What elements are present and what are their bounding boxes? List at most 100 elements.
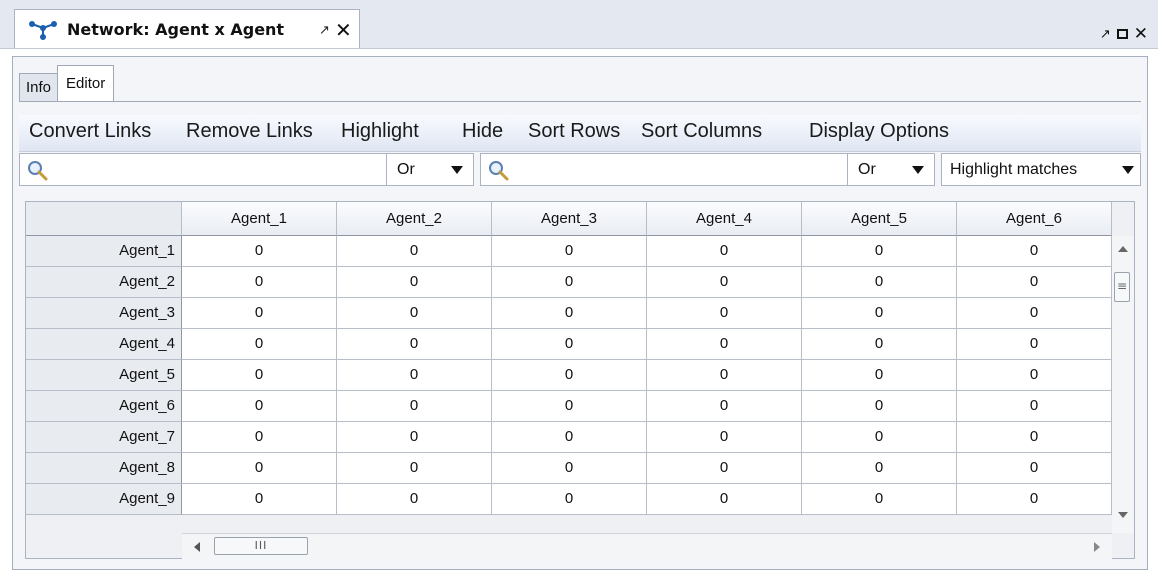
column-mode-select[interactable]: Or <box>847 153 935 186</box>
matrix-cell[interactable]: 0 <box>492 484 647 515</box>
undock-window-icon[interactable]: ↗ <box>1100 27 1111 42</box>
matrix-cell[interactable]: 0 <box>802 422 957 453</box>
matrix-cell[interactable]: 0 <box>647 329 802 360</box>
row-header[interactable]: Agent_5 <box>26 360 182 391</box>
matrix-cell[interactable]: 0 <box>337 360 492 391</box>
scroll-right-icon[interactable] <box>1094 542 1100 552</box>
menu-display-options[interactable]: Display Options <box>809 120 949 143</box>
matrix-cell[interactable]: 0 <box>647 422 802 453</box>
row-mode-select[interactable]: Or <box>386 153 474 186</box>
row-header[interactable]: Agent_8 <box>26 453 182 484</box>
matrix-cell[interactable]: 0 <box>337 298 492 329</box>
row-header[interactable]: Agent_7 <box>26 422 182 453</box>
matrix-cell[interactable]: 0 <box>182 422 337 453</box>
matrix-cell[interactable]: 0 <box>647 360 802 391</box>
undock-icon[interactable]: ↗ <box>319 23 330 38</box>
matrix-cell[interactable]: 0 <box>957 453 1112 484</box>
matrix-cell[interactable]: 0 <box>337 329 492 360</box>
horizontal-scrollbar[interactable]: III <box>182 533 1112 559</box>
matrix-cell[interactable]: 0 <box>182 298 337 329</box>
matrix-cell[interactable]: 0 <box>492 391 647 422</box>
matrix-cell[interactable]: 0 <box>957 484 1112 515</box>
matrix-cell[interactable]: 0 <box>802 360 957 391</box>
matrix-cell[interactable]: 0 <box>957 236 1112 267</box>
scroll-down-icon[interactable] <box>1118 512 1128 518</box>
matrix-cell[interactable]: 0 <box>802 391 957 422</box>
matrix-cell[interactable]: 0 <box>182 391 337 422</box>
matrix-cell[interactable]: 0 <box>492 360 647 391</box>
row-header[interactable]: Agent_2 <box>26 267 182 298</box>
matrix-cell[interactable]: 0 <box>337 391 492 422</box>
matrix-cell[interactable]: 0 <box>492 453 647 484</box>
menu-remove-links[interactable]: Remove Links <box>186 120 313 143</box>
matrix-cell[interactable]: 0 <box>957 267 1112 298</box>
matrix-cell[interactable]: 0 <box>182 236 337 267</box>
matrix-cell[interactable]: 0 <box>802 329 957 360</box>
scroll-up-icon[interactable] <box>1118 246 1128 252</box>
tab-info[interactable]: Info <box>19 73 59 101</box>
matrix-cell[interactable]: 0 <box>647 236 802 267</box>
vertical-scrollbar[interactable]: ≡ <box>1112 236 1134 533</box>
close-window-icon[interactable]: ✕ <box>1134 26 1148 43</box>
matrix-cell[interactable]: 0 <box>957 422 1112 453</box>
matrix-cell[interactable]: 0 <box>802 267 957 298</box>
matrix-cell[interactable]: 0 <box>337 453 492 484</box>
column-header[interactable]: Agent_2 <box>337 202 492 236</box>
matrix-cell[interactable]: 0 <box>957 298 1112 329</box>
matrix-cell[interactable]: 0 <box>492 298 647 329</box>
matrix-cell[interactable]: 0 <box>802 453 957 484</box>
matrix-cell[interactable]: 0 <box>182 484 337 515</box>
matrix-cell[interactable]: 0 <box>957 391 1112 422</box>
matrix-cell[interactable]: 0 <box>647 267 802 298</box>
tab-editor[interactable]: Editor <box>57 65 115 101</box>
matrix-cell[interactable]: 0 <box>802 236 957 267</box>
menu-sort-columns[interactable]: Sort Columns <box>641 120 762 143</box>
matrix-cell[interactable]: 0 <box>957 360 1112 391</box>
matrix-cell[interactable]: 0 <box>647 484 802 515</box>
menu-highlight[interactable]: Highlight <box>341 120 419 143</box>
row-header[interactable]: Agent_9 <box>26 484 182 515</box>
matrix-cell[interactable]: 0 <box>337 267 492 298</box>
matrix-cell[interactable]: 0 <box>802 298 957 329</box>
document-tab[interactable]: Network: Agent x Agent ↗ ✕ <box>14 9 360 48</box>
column-header[interactable]: Agent_4 <box>647 202 802 236</box>
menu-convert-links[interactable]: Convert Links <box>29 120 151 143</box>
matrix-cell[interactable]: 0 <box>492 267 647 298</box>
row-header[interactable]: Agent_3 <box>26 298 182 329</box>
menu-sort-rows[interactable]: Sort Rows <box>528 120 620 143</box>
matrix-cell[interactable]: 0 <box>647 391 802 422</box>
column-filter-input[interactable] <box>513 158 716 184</box>
row-header[interactable]: Agent_6 <box>26 391 182 422</box>
matrix-cell[interactable]: 0 <box>492 329 647 360</box>
column-header[interactable]: Agent_3 <box>492 202 647 236</box>
matrix-cell[interactable]: 0 <box>492 236 647 267</box>
scroll-left-icon[interactable] <box>194 542 200 552</box>
matrix-cell[interactable]: 0 <box>182 329 337 360</box>
vertical-scroll-thumb[interactable]: ≡ <box>1114 272 1130 302</box>
matrix-cell[interactable]: 0 <box>492 422 647 453</box>
matrix-cell[interactable]: 0 <box>957 329 1112 360</box>
highlight-mode-select[interactable]: Highlight matches <box>941 153 1141 186</box>
matrix-cell[interactable]: 0 <box>182 453 337 484</box>
matrix-cell[interactable]: 0 <box>337 484 492 515</box>
column-header[interactable]: Agent_6 <box>957 202 1112 236</box>
horizontal-scroll-thumb[interactable]: III <box>214 537 308 555</box>
matrix-cell[interactable]: 0 <box>647 298 802 329</box>
matrix-cell[interactable]: 0 <box>182 360 337 391</box>
matrix-cell[interactable]: 0 <box>182 267 337 298</box>
row-filter-field[interactable] <box>19 153 387 186</box>
column-header[interactable]: Agent_1 <box>182 202 337 236</box>
close-icon[interactable]: ✕ <box>335 18 352 42</box>
maximize-icon[interactable] <box>1116 29 1128 39</box>
row-filter-input[interactable] <box>52 158 255 184</box>
matrix-cell[interactable]: 0 <box>337 422 492 453</box>
matrix-cell[interactable]: 0 <box>647 453 802 484</box>
row-header[interactable]: Agent_4 <box>26 329 182 360</box>
chevron-down-icon <box>912 166 924 174</box>
matrix-cell[interactable]: 0 <box>337 236 492 267</box>
menu-hide[interactable]: Hide <box>462 120 503 143</box>
matrix-cell[interactable]: 0 <box>802 484 957 515</box>
column-header[interactable]: Agent_5 <box>802 202 957 236</box>
column-filter-field[interactable] <box>480 153 848 186</box>
row-header[interactable]: Agent_1 <box>26 236 182 267</box>
